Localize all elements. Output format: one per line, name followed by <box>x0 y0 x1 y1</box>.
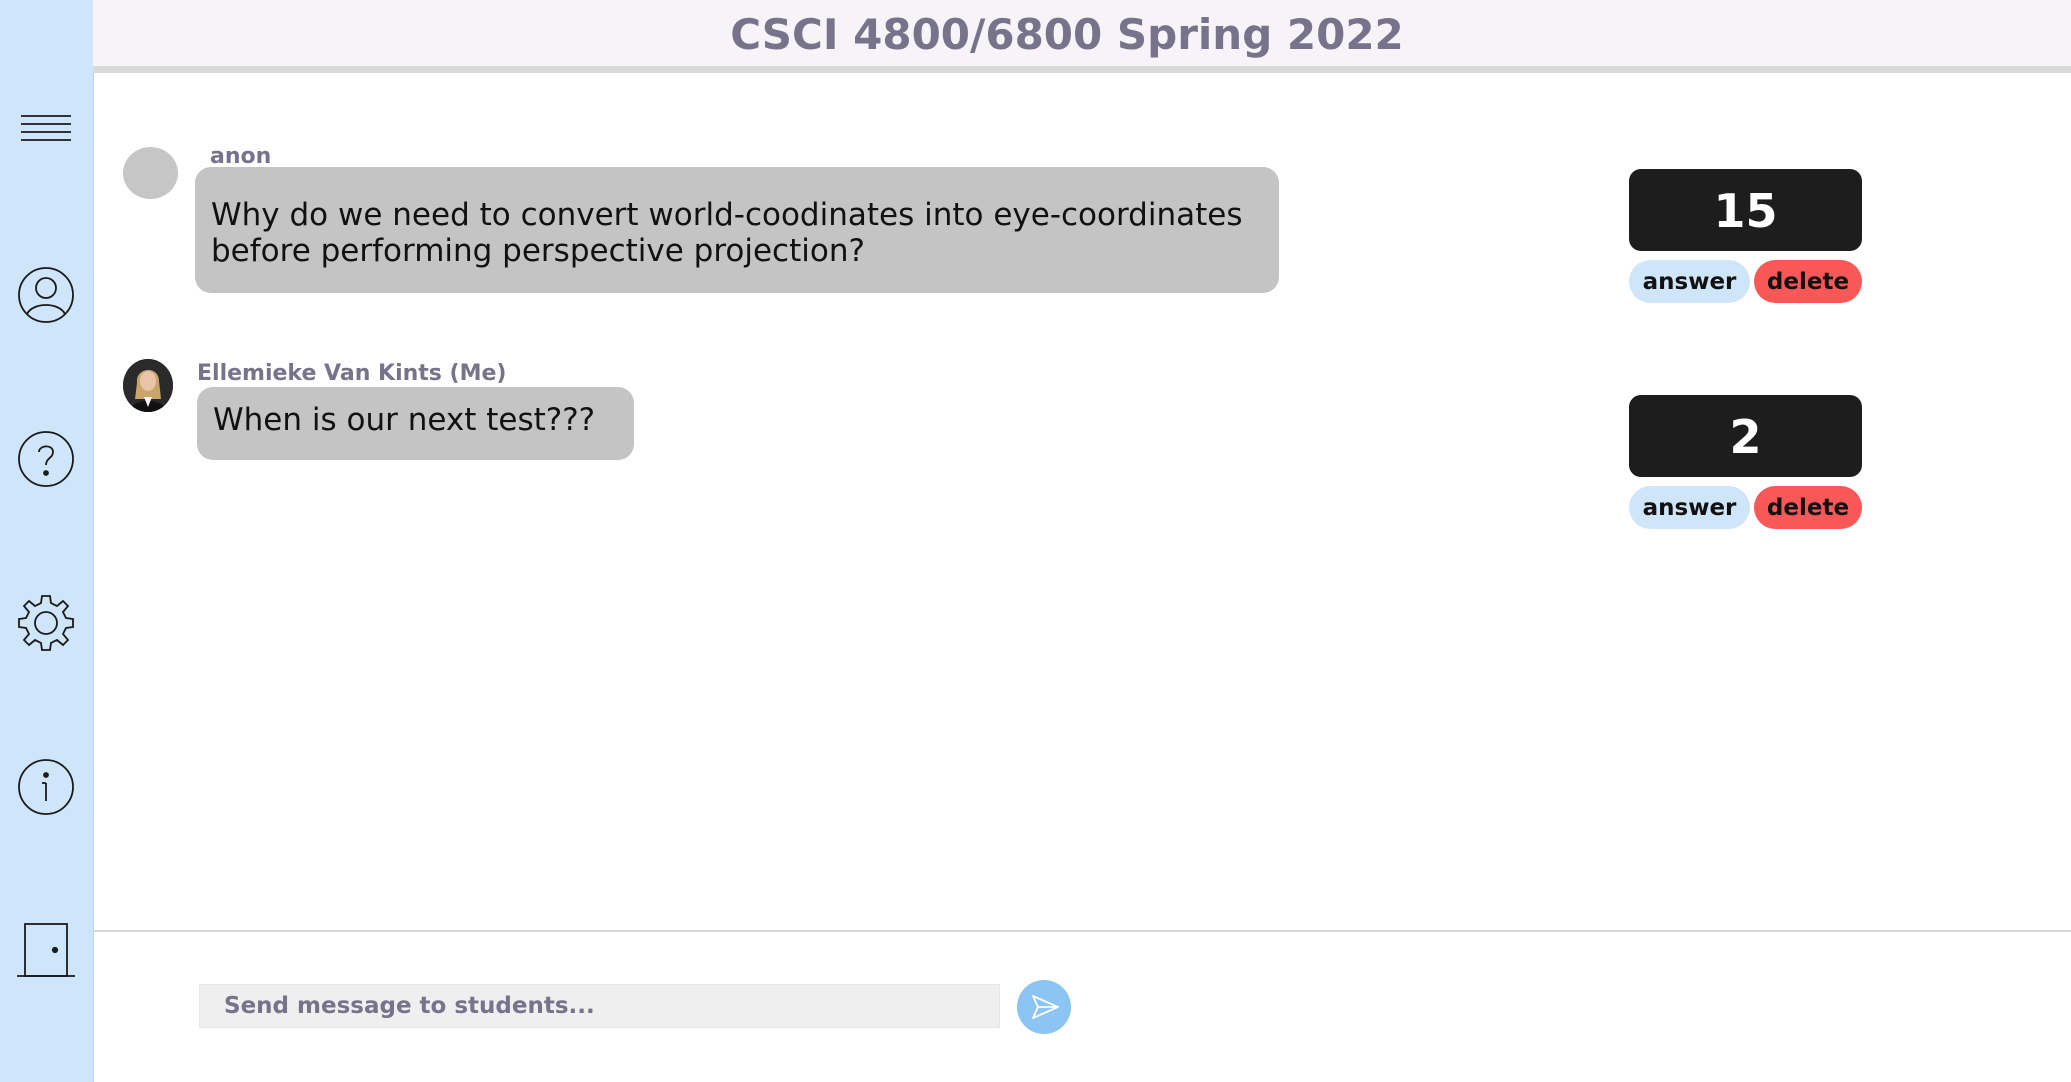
question-bubble: Why do we need to convert world-coodinat… <box>195 167 1279 293</box>
delete-button[interactable]: delete <box>1754 260 1862 303</box>
logout-door-icon[interactable] <box>15 920 77 982</box>
answer-button[interactable]: answer <box>1629 260 1750 303</box>
composer-divider <box>93 930 2071 932</box>
question-author: anon <box>210 144 272 169</box>
message-input[interactable] <box>199 984 1000 1028</box>
vote-count: 2 <box>1629 395 1862 477</box>
sidebar <box>0 0 94 1082</box>
settings-icon[interactable] <box>15 592 77 654</box>
avatar <box>123 147 178 199</box>
page-title: CSCI 4800/6800 Spring 2022 <box>730 10 1404 59</box>
avatar <box>123 359 173 412</box>
question-text: Why do we need to convert world-coodinat… <box>211 197 1243 269</box>
question-text: When is our next test??? <box>213 402 596 438</box>
send-button[interactable] <box>1017 980 1071 1034</box>
help-icon[interactable] <box>15 428 77 490</box>
question-bubble: When is our next test??? <box>197 387 634 460</box>
question-author: Ellemieke Van Kints (Me) <box>197 361 507 386</box>
user-photo-icon <box>123 359 173 412</box>
menu-icon[interactable] <box>15 100 77 162</box>
header: CSCI 4800/6800 Spring 2022 <box>93 0 2071 73</box>
info-icon[interactable] <box>15 756 77 818</box>
send-icon <box>1032 995 1059 1019</box>
profile-icon[interactable] <box>15 264 77 326</box>
answer-button[interactable]: answer <box>1629 486 1750 529</box>
vote-count: 15 <box>1629 169 1862 251</box>
delete-button[interactable]: delete <box>1754 486 1862 529</box>
